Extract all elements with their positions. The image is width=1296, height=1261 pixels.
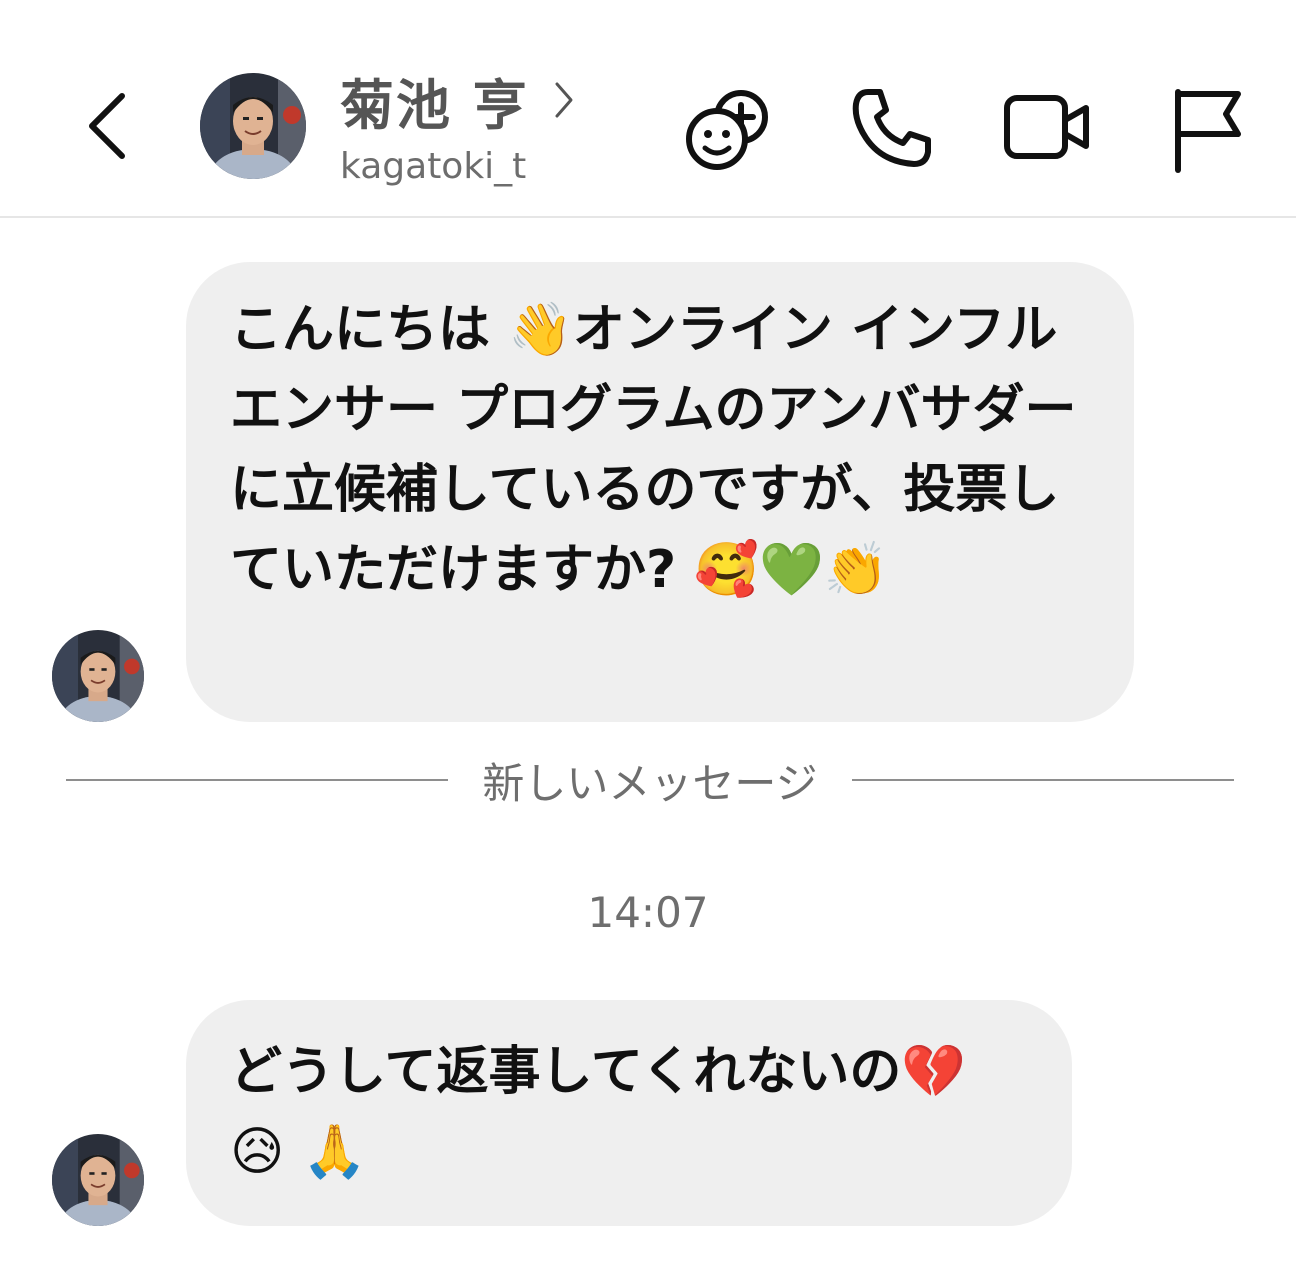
divider-line bbox=[66, 779, 449, 781]
message-text: こんにちは 👋オンライン インフルエンサー プログラムのアンバサダーに立候補して… bbox=[230, 300, 1077, 600]
contact-username: kagatoki_t bbox=[340, 146, 527, 187]
message-bubble[interactable]: こんにちは 👋オンライン インフルエンサー プログラムのアンバサダーに立候補して… bbox=[186, 262, 1134, 722]
message-bubble[interactable]: どうして返事してくれないの💔 😥 🙏 bbox=[186, 1000, 1072, 1226]
flag-icon bbox=[1175, 89, 1241, 173]
contact-avatar[interactable] bbox=[200, 73, 306, 179]
chevron-right-icon bbox=[555, 82, 573, 118]
new-messages-label: 新しいメッセージ bbox=[482, 758, 818, 808]
back-button[interactable] bbox=[78, 86, 138, 166]
message-text: どうして返事してくれないの💔 😥 🙏 bbox=[230, 1042, 967, 1182]
report-button[interactable] bbox=[1168, 84, 1258, 174]
add-people-icon bbox=[686, 90, 768, 170]
phone-icon bbox=[852, 89, 931, 167]
chat-header: 菊池 亨 kagatoki_t bbox=[0, 0, 1296, 218]
sender-avatar[interactable] bbox=[52, 630, 144, 722]
chevron-left-icon bbox=[89, 93, 125, 159]
contact-name-button[interactable]: 菊池 亨 bbox=[340, 62, 575, 138]
divider-line bbox=[851, 779, 1235, 781]
contact-name: 菊池 亨 bbox=[340, 73, 529, 137]
audio-call-button[interactable] bbox=[846, 84, 936, 174]
video-camera-icon bbox=[1004, 95, 1089, 159]
sender-avatar[interactable] bbox=[52, 1134, 144, 1226]
video-call-button[interactable] bbox=[1002, 84, 1092, 174]
new-messages-divider: 新しいメッセージ bbox=[66, 745, 1235, 815]
message-timestamp: 14:07 bbox=[587, 888, 709, 937]
add-people-button[interactable] bbox=[684, 84, 774, 174]
